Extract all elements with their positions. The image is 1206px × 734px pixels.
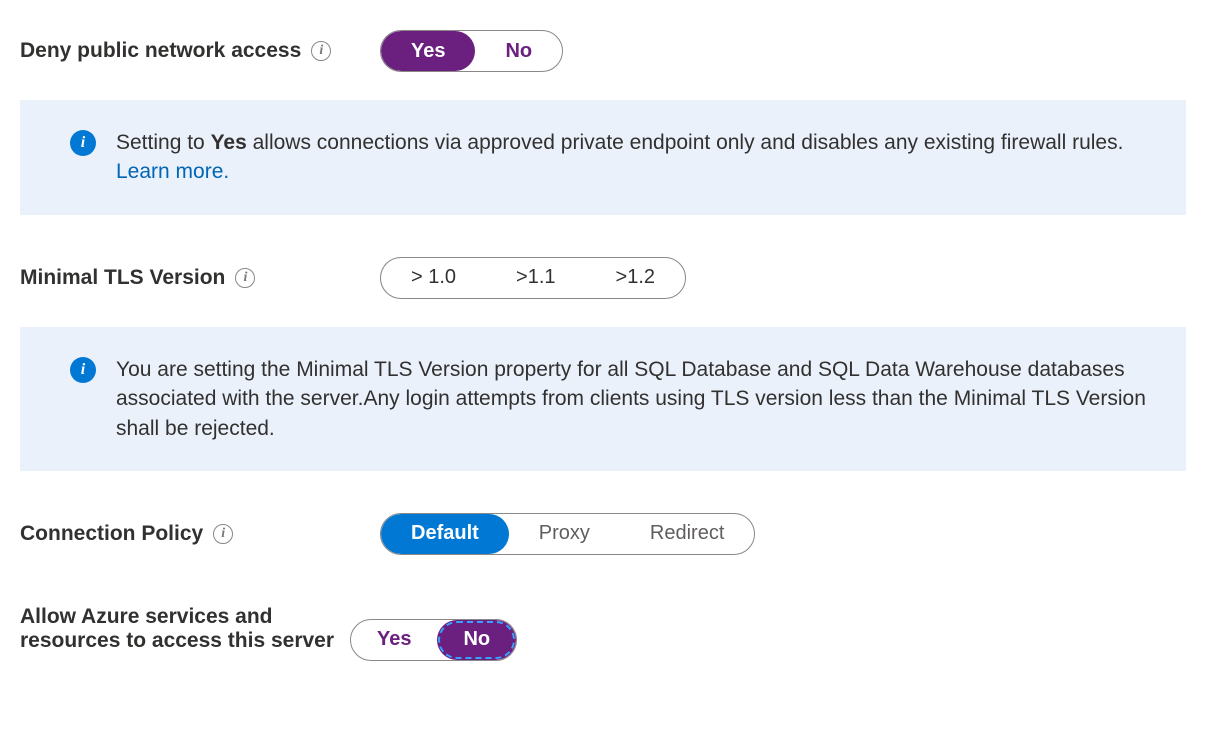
connection-policy-row: Connection Policy i Default Proxy Redire… [20,513,1186,555]
deny-public-toggle: Yes No [380,30,563,72]
allow-azure-row: Allow Azure services and resources to ac… [20,605,1186,661]
connection-policy-toggle: Default Proxy Redirect [380,513,755,555]
tls-info-box: i You are setting the Minimal TLS Versio… [20,327,1186,471]
deny-public-info-text: Setting to Yes allows connections via ap… [116,128,1154,187]
deny-public-row: Deny public network access i Yes No [20,30,1186,72]
tls-label: Minimal TLS Version [20,266,225,290]
tls-toggle: > 1.0 >1.1 >1.2 [380,257,686,299]
deny-public-label: Deny public network access [20,39,301,63]
connection-policy-proxy[interactable]: Proxy [509,514,620,554]
deny-public-label-col: Deny public network access i [20,39,380,63]
info-deny-suffix: allows connections via approved private … [247,131,1124,154]
info-badge-icon: i [70,130,96,156]
info-icon[interactable]: i [235,268,255,288]
deny-public-no[interactable]: No [475,31,562,71]
info-icon[interactable]: i [311,41,331,61]
connection-policy-label-col: Connection Policy i [20,522,380,546]
allow-azure-no[interactable]: No [437,620,516,660]
tls-option-12[interactable]: >1.2 [586,258,685,298]
tls-label-col: Minimal TLS Version i [20,266,380,290]
deny-public-yes[interactable]: Yes [381,31,475,71]
info-badge-icon: i [70,357,96,383]
tls-option-10[interactable]: > 1.0 [381,258,486,298]
info-icon[interactable]: i [213,524,233,544]
tls-option-11[interactable]: >1.1 [486,258,585,298]
connection-policy-label: Connection Policy [20,522,203,546]
allow-azure-label: Allow Azure services and resources to ac… [20,605,350,653]
deny-public-info-box: i Setting to Yes allows connections via … [20,100,1186,215]
info-deny-prefix: Setting to [116,131,211,154]
tls-row: Minimal TLS Version i > 1.0 >1.1 >1.2 [20,257,1186,299]
info-deny-bold: Yes [211,131,247,154]
info-deny-link[interactable]: Learn more. [116,160,229,183]
tls-info-text: You are setting the Minimal TLS Version … [116,355,1154,443]
connection-policy-default[interactable]: Default [381,514,509,554]
allow-azure-label-col: Allow Azure services and resources to ac… [20,605,350,653]
allow-azure-yes[interactable]: Yes [351,620,437,660]
connection-policy-redirect[interactable]: Redirect [620,514,754,554]
allow-azure-toggle: Yes No [350,619,517,661]
